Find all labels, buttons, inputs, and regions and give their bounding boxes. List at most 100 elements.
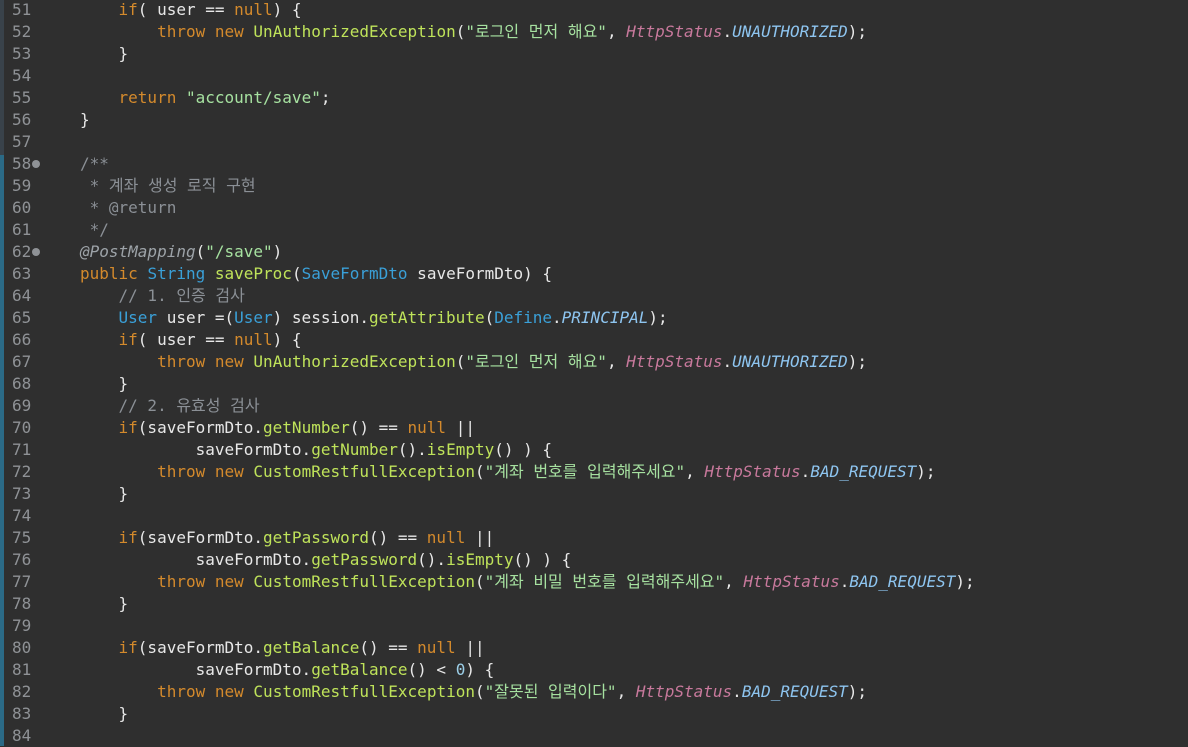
fold-toggle-icon[interactable] — [32, 248, 40, 256]
code-line[interactable]: 80 if(saveFormDto.getBalance() == null |… — [0, 637, 1188, 659]
line-number: 73 — [12, 484, 32, 503]
code-token: // 2. 유효성 검사 — [118, 396, 260, 415]
code-line[interactable]: 83 } — [0, 703, 1188, 725]
code-token: if — [118, 638, 138, 657]
code-line[interactable]: 78 } — [0, 593, 1188, 615]
code-line[interactable]: 52 throw new UnAuthorizedException("로그인 … — [0, 21, 1188, 43]
code-line[interactable]: 65 User user =(User) session.getAttribut… — [0, 307, 1188, 329]
code-line[interactable]: 56} — [0, 109, 1188, 131]
code-line[interactable]: 60 * @return — [0, 197, 1188, 219]
code-token: || — [465, 528, 495, 547]
code-token: () == — [349, 418, 408, 437]
code-text: if(saveFormDto.getPassword() == null || — [80, 527, 495, 549]
code-token: CustomRestfullException — [253, 572, 475, 591]
code-token: (saveFormDto. — [137, 638, 264, 657]
code-token: public — [80, 264, 138, 283]
code-token: ( — [455, 22, 466, 41]
code-token: } — [80, 704, 129, 723]
code-token: } — [80, 594, 129, 613]
code-token: UNAUTHORIZED — [732, 352, 848, 371]
code-token: , — [685, 462, 705, 481]
code-editor[interactable]: 51 if( user == null) {52 throw new UnAut… — [0, 0, 1188, 746]
line-number: 64 — [12, 286, 32, 305]
code-token: HttpStatus — [626, 22, 723, 41]
code-line[interactable]: 79 — [0, 615, 1188, 637]
code-line[interactable]: 67 throw new UnAuthorizedException("로그인 … — [0, 351, 1188, 373]
code-line[interactable]: 55 return "account/save"; — [0, 87, 1188, 109]
code-text: throw new CustomRestfullException("계좌 번호… — [80, 461, 935, 483]
code-token: . — [552, 308, 562, 327]
code-token: ) { — [465, 660, 495, 679]
code-line[interactable]: 66 if( user == null) { — [0, 329, 1188, 351]
code-line[interactable]: 53 } — [0, 43, 1188, 65]
code-token: getNumber — [311, 440, 398, 459]
line-number: 57 — [12, 132, 32, 151]
code-line[interactable]: 76 saveFormDto.getPassword().isEmpty() )… — [0, 549, 1188, 571]
code-token: || — [446, 418, 475, 437]
code-line[interactable]: 72 throw new CustomRestfullException("계좌… — [0, 461, 1188, 483]
code-line[interactable]: 64 // 1. 인증 검사 — [0, 285, 1188, 307]
code-text: } — [80, 109, 90, 131]
code-text: } — [80, 373, 129, 395]
code-line[interactable]: 62 @PostMapping("/save") — [0, 241, 1188, 263]
code-text: * 계좌 생성 로직 구현 — [80, 175, 256, 197]
code-token: null — [426, 528, 466, 547]
code-token: new — [214, 352, 244, 371]
code-line[interactable]: 71 saveFormDto.getNumber().isEmpty() ) { — [0, 439, 1188, 461]
code-token: getBalance — [263, 638, 360, 657]
code-token: getPassword — [311, 550, 418, 569]
code-token: . — [722, 22, 733, 41]
code-line[interactable]: 70 if(saveFormDto.getNumber() == null || — [0, 417, 1188, 439]
code-line[interactable]: 54 — [0, 65, 1188, 87]
line-number: 51 — [12, 0, 32, 19]
code-token: new — [214, 462, 244, 481]
code-line[interactable]: 74 — [0, 505, 1188, 527]
line-number: 65 — [12, 308, 32, 327]
code-token: saveFormDto. — [80, 550, 312, 569]
code-line[interactable]: 51 if( user == null) { — [0, 0, 1188, 21]
code-token: , — [606, 22, 627, 41]
code-line[interactable]: 61 */ — [0, 219, 1188, 241]
code-token: if — [118, 528, 138, 547]
fold-toggle-icon[interactable] — [32, 160, 40, 168]
code-token: HttpStatus — [635, 682, 733, 701]
code-token: || — [455, 638, 485, 657]
code-line[interactable]: 59 * 계좌 생성 로직 구현 — [0, 175, 1188, 197]
code-line[interactable]: 63 public String saveProc(SaveFormDto sav… — [0, 263, 1188, 285]
code-token: null — [234, 330, 273, 349]
code-token: getAttribute — [368, 308, 485, 327]
code-line[interactable]: 77 throw new CustomRestfullException("계좌… — [0, 571, 1188, 593]
code-text: saveFormDto.getPassword().isEmpty() ) { — [80, 549, 572, 571]
line-number: 52 — [12, 22, 32, 41]
code-line[interactable]: 58 /** — [0, 153, 1188, 175]
code-line[interactable]: 75 if(saveFormDto.getPassword() == null … — [0, 527, 1188, 549]
code-token: . — [800, 462, 811, 481]
code-token: BAD_REQUEST — [849, 572, 956, 591]
code-token: null — [234, 0, 273, 19]
code-token: (saveFormDto. — [137, 528, 264, 547]
line-number: 75 — [12, 528, 32, 547]
code-line[interactable]: 84 — [0, 725, 1188, 747]
code-token: Define — [494, 308, 553, 327]
code-token: null — [417, 638, 456, 657]
code-token: (). — [417, 550, 447, 569]
code-token: ) { — [272, 330, 302, 349]
code-line[interactable]: 69 // 2. 유효성 검사 — [0, 395, 1188, 417]
code-token: throw — [157, 572, 206, 591]
code-line[interactable]: 68 } — [0, 373, 1188, 395]
code-line[interactable]: 57 — [0, 131, 1188, 153]
code-token: ); — [955, 572, 975, 591]
code-token: getNumber — [263, 418, 350, 437]
code-line[interactable]: 82 throw new CustomRestfullException("잘못… — [0, 681, 1188, 703]
code-line[interactable]: 73 } — [0, 483, 1188, 505]
code-token: // 1. 인증 검사 — [118, 286, 245, 305]
code-line[interactable]: 81 saveFormDto.getBalance() < 0) { — [0, 659, 1188, 681]
code-token: isEmpty — [426, 440, 495, 459]
